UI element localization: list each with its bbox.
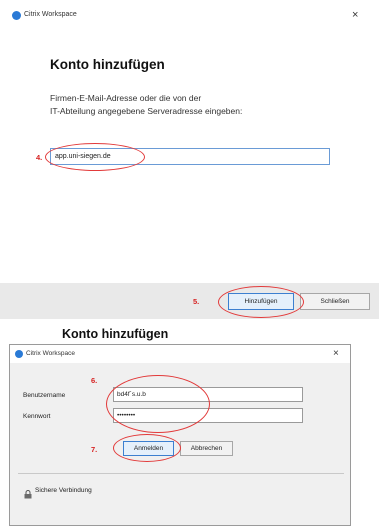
close-button[interactable]: Schließen [300, 293, 370, 310]
username-label: Benutzername [23, 392, 66, 399]
dialog-title: Citrix Workspace [26, 350, 76, 357]
app-title: Citrix Workspace [24, 11, 77, 18]
cancel-button[interactable]: Abbrechen [180, 441, 233, 456]
description-line-2: IT-Abteilung angegebene Serveradresse ei… [50, 106, 243, 116]
secure-connection-label: Sichere Verbindung [35, 487, 92, 494]
lock-icon [24, 486, 32, 499]
close-icon[interactable]: × [352, 10, 358, 21]
footer-bar: 5. Hinzufügen Schließen [0, 283, 379, 319]
background-heading: Konto hinzufügen [62, 327, 169, 341]
step-number-4: 4. [36, 153, 43, 162]
annotation-ring-input [45, 143, 145, 171]
dialog-title-bar: Citrix Workspace × [10, 345, 350, 363]
annotation-ring-login [113, 434, 181, 462]
step-number-7: 7. [91, 445, 98, 454]
login-dialog: Citrix Workspace × 6. Benutzername bd4f`… [9, 344, 351, 526]
page-title: Konto hinzufügen [50, 57, 165, 72]
citrix-logo-icon [12, 11, 21, 20]
dialog-divider [18, 473, 344, 474]
title-bar: Citrix Workspace × [0, 0, 379, 28]
dialog-logo-icon [15, 350, 23, 358]
annotation-ring-add [218, 286, 304, 318]
step-number-6: 6. [91, 376, 98, 385]
dialog-close-icon[interactable]: × [333, 348, 339, 359]
description: Firmen-E-Mail-Adresse oder die von der I… [50, 92, 350, 118]
description-line-1: Firmen-E-Mail-Adresse oder die von der [50, 93, 202, 103]
password-label: Kennwort [23, 413, 51, 420]
step-number-5: 5. [193, 297, 200, 306]
annotation-ring-credentials [106, 375, 210, 433]
